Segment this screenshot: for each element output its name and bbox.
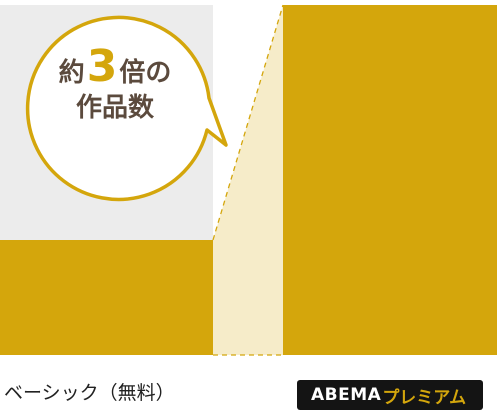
basic-bar [0, 240, 213, 355]
premium-logo-main: ABEMA [311, 385, 382, 405]
bubble-line-1: 約 3 倍の [40, 45, 190, 89]
abema-premium-logo: ABEMA プレミアム [297, 380, 483, 410]
bubble-prefix: 約 [58, 58, 85, 88]
comparison-graphic: 約 3 倍の 作品数 ベーシック（無料） ABEMA プレミアム [0, 0, 497, 412]
bubble-suffix: 倍の [119, 58, 172, 88]
premium-logo-sub: プレミアム [382, 387, 467, 408]
basic-plan-label: ベーシック（無料） [4, 382, 175, 404]
connector-band [213, 5, 283, 355]
bubble-line-2: 作品数 [75, 93, 154, 123]
premium-bar [283, 5, 497, 355]
bubble-text: 約 3 倍の 作品数 [40, 45, 190, 122]
bubble-number: 3 [86, 41, 118, 92]
